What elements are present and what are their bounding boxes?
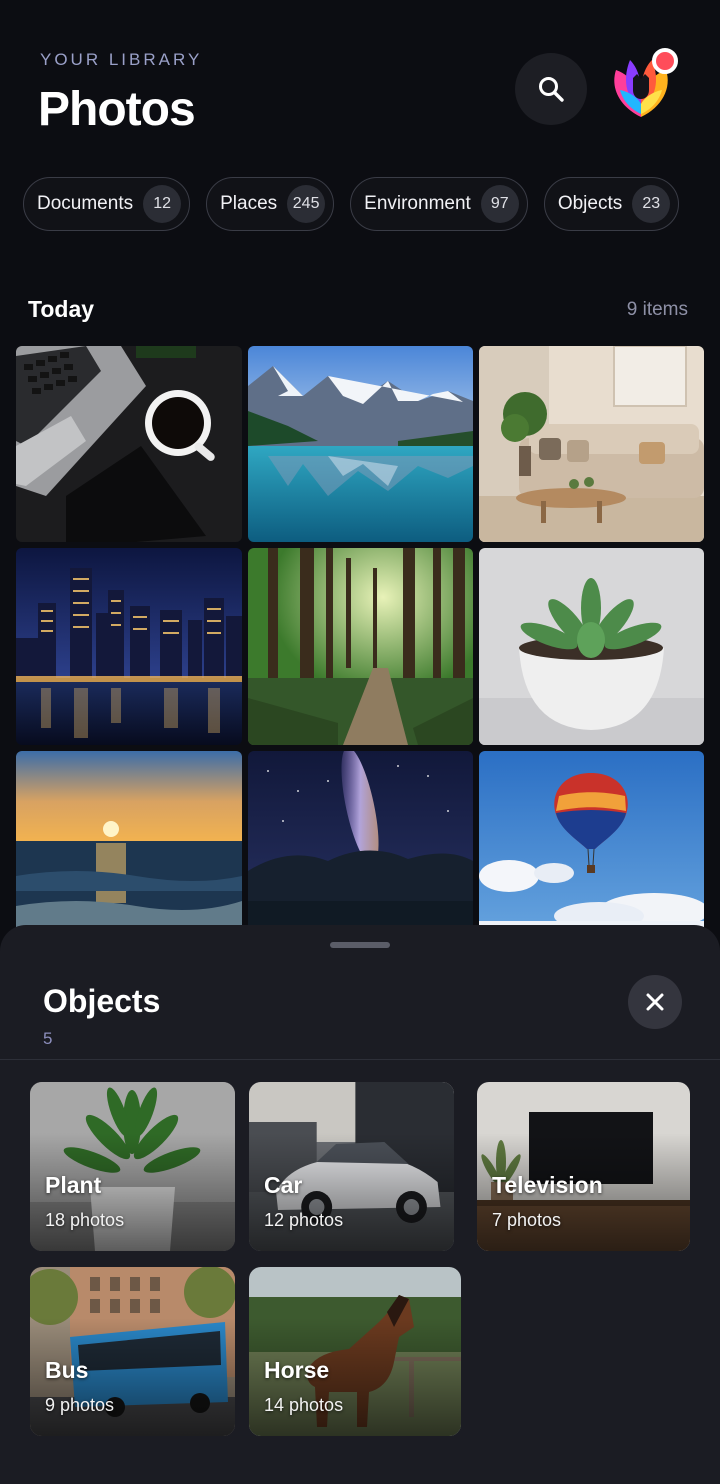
header: YOUR LIBRARY Photos bbox=[0, 0, 720, 140]
sheet-title: Objects bbox=[43, 983, 161, 1019]
photo-forest-path[interactable] bbox=[248, 548, 473, 745]
card-title: Horse bbox=[264, 1357, 330, 1383]
photo-milky-way[interactable] bbox=[248, 751, 473, 948]
card-photo-count: 18 photos bbox=[45, 1210, 125, 1230]
chip-places[interactable]: Places 245 bbox=[206, 177, 335, 231]
object-card-plant[interactable]: Plant 18 photos bbox=[30, 1082, 235, 1251]
chip-label: Objects bbox=[557, 193, 623, 214]
card-title: Car bbox=[264, 1172, 303, 1198]
photo-laptop-coffee[interactable] bbox=[16, 346, 242, 542]
chip-count-badge: 23 bbox=[632, 185, 671, 223]
objects-sheet: Objects 5 Plant 18 photos Car 12 photos … bbox=[0, 925, 720, 1484]
page-title: Photos bbox=[38, 83, 196, 136]
library-eyebrow: YOUR LIBRARY bbox=[40, 50, 203, 69]
notification-dot bbox=[652, 48, 678, 74]
search-button[interactable] bbox=[515, 53, 587, 125]
photo-hot-air-balloon[interactable] bbox=[479, 751, 704, 948]
card-photo-count: 9 photos bbox=[45, 1395, 115, 1415]
chip-label: Places bbox=[220, 193, 278, 214]
object-card-bus[interactable]: Bus 9 photos bbox=[30, 1267, 235, 1436]
card-title: Plant bbox=[45, 1172, 102, 1198]
chip-label: Environment bbox=[364, 193, 471, 214]
sheet-drag-handle[interactable] bbox=[330, 942, 390, 948]
sheet-count: 5 bbox=[43, 1029, 53, 1048]
card-photo-count: 7 photos bbox=[492, 1210, 562, 1230]
chip-documents[interactable]: Documents 12 bbox=[23, 177, 191, 231]
card-photo-count: 14 photos bbox=[264, 1395, 344, 1415]
chip-label: Documents bbox=[37, 193, 134, 214]
chip-count-badge: 12 bbox=[143, 185, 182, 223]
close-button[interactable] bbox=[628, 975, 682, 1029]
photo-succulent[interactable] bbox=[479, 548, 704, 745]
photo-ocean-sunset[interactable] bbox=[16, 751, 242, 948]
search-icon bbox=[539, 77, 564, 102]
chip-environment[interactable]: Environment 97 bbox=[350, 177, 528, 231]
photo-city-night[interactable] bbox=[16, 548, 242, 745]
object-card-car[interactable]: Car 12 photos bbox=[249, 1082, 454, 1251]
filter-chips: Documents 12 Places 245 Environment 97 O… bbox=[23, 177, 680, 231]
object-card-television[interactable]: Television 7 photos bbox=[477, 1082, 690, 1251]
photo-living-room[interactable] bbox=[479, 346, 704, 542]
object-card-horse[interactable]: Horse 14 photos bbox=[249, 1267, 461, 1436]
chip-count-badge: 97 bbox=[480, 185, 519, 223]
photo-mountain-lake[interactable] bbox=[248, 346, 473, 542]
photo-grid bbox=[16, 346, 704, 948]
close-icon bbox=[646, 993, 664, 1011]
chip-count-badge: 245 bbox=[287, 185, 326, 223]
sheet-divider bbox=[0, 1059, 720, 1060]
chip-objects[interactable]: Objects 23 bbox=[543, 177, 680, 231]
section-item-count: 9 items bbox=[626, 299, 688, 320]
card-photo-count: 12 photos bbox=[264, 1210, 344, 1230]
section-title-today: Today bbox=[28, 296, 95, 322]
card-title: Television bbox=[492, 1172, 603, 1198]
card-title: Bus bbox=[45, 1357, 89, 1383]
